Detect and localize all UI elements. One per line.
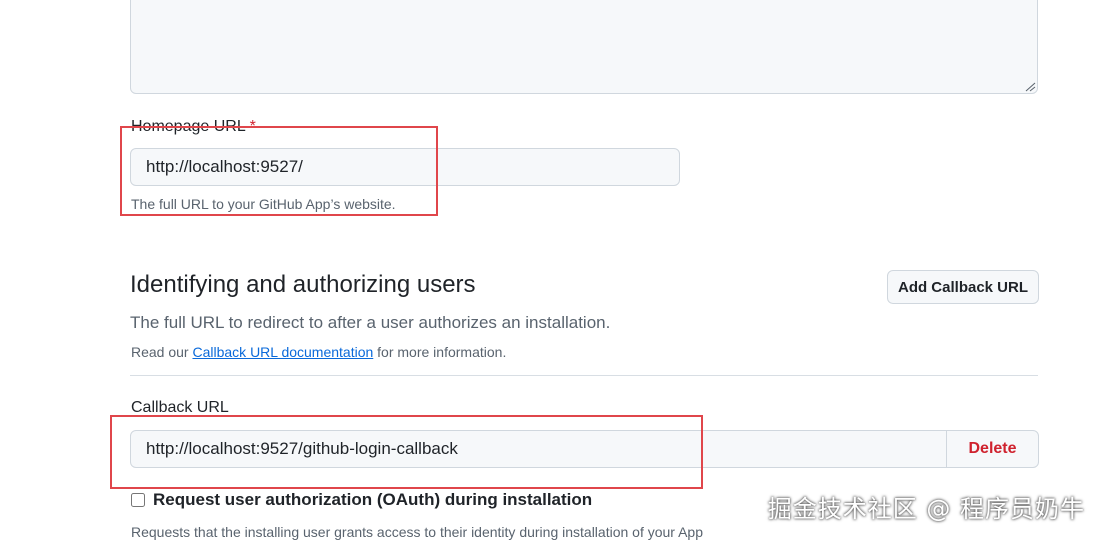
callback-highlight-box xyxy=(110,415,703,489)
oauth-checkbox-label[interactable]: Request user authorization (OAuth) durin… xyxy=(153,490,592,510)
homepage-highlight-box xyxy=(120,126,438,216)
read-docs-suffix: for more information. xyxy=(377,344,507,360)
oauth-hint: Requests that the installing user grants… xyxy=(131,524,703,540)
watermark: 掘金技术社区 @ 程序员奶牛 xyxy=(767,495,1085,523)
description-textarea[interactable] xyxy=(130,0,1038,94)
section-divider xyxy=(130,375,1038,376)
delete-callback-button[interactable]: Delete xyxy=(946,430,1039,468)
add-callback-url-button[interactable]: Add Callback URL xyxy=(887,270,1039,304)
resize-grip-icon[interactable] xyxy=(1024,82,1036,92)
read-docs-line: Read our Callback URL documentation for … xyxy=(131,344,506,360)
callback-url-doc-link[interactable]: Callback URL documentation xyxy=(192,344,373,360)
section-title: Identifying and authorizing users xyxy=(130,271,476,298)
read-docs-prefix: Read our xyxy=(131,344,189,360)
section-description: The full URL to redirect to after a user… xyxy=(130,313,611,332)
oauth-checkbox[interactable] xyxy=(131,493,145,507)
oauth-checkbox-row[interactable]: Request user authorization (OAuth) durin… xyxy=(130,490,592,510)
